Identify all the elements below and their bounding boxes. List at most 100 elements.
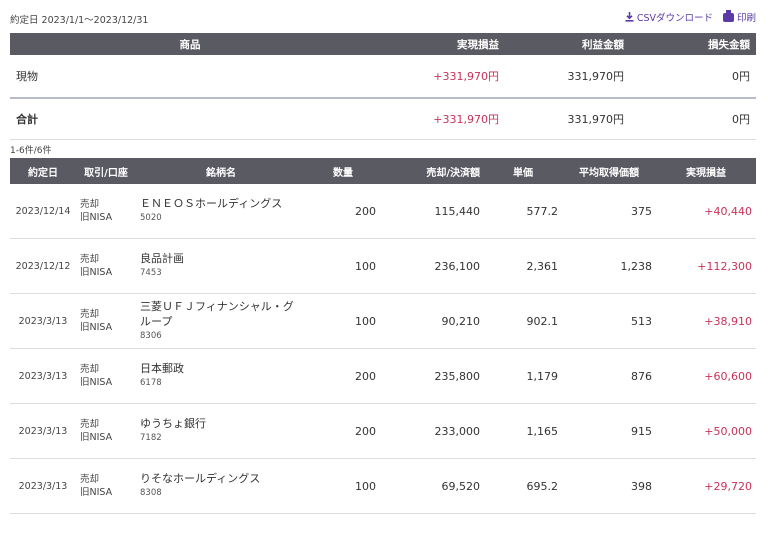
- detail-header-amount: 売却/決済額: [380, 158, 484, 184]
- table-row: 2023/3/13 売却 旧NISA りそなホールディングス 8308 100 69…: [10, 458, 756, 514]
- row-kind: 売却旧NISA: [76, 238, 136, 294]
- detail-header-row: 約定日 取引/口座 銘柄名 数量 売却/決済額 単価 平均取得価額 実現損益: [10, 158, 756, 184]
- row-date: 2023/12/12: [10, 238, 76, 294]
- period-label: 約定日 2023/1/1〜2023/12/31: [10, 15, 149, 26]
- row-stock: りそなホールディングス 8308: [136, 458, 306, 514]
- detail-header-name: 銘柄名: [136, 158, 306, 184]
- actions: CSVダウンロード 印刷: [625, 9, 756, 24]
- row-stock-code: 5020: [140, 213, 162, 223]
- row-date: 2023/12/14: [10, 184, 76, 239]
- row-price: 1,179: [484, 348, 562, 404]
- row-trade-type: 売却: [80, 309, 100, 320]
- summary-row-label: 現物: [10, 55, 370, 99]
- summary-row-profit: 331,970円: [505, 55, 630, 99]
- row-trade-type: 売却: [80, 199, 100, 210]
- csv-download-label: CSVダウンロード: [636, 13, 713, 24]
- download-icon: [625, 12, 634, 22]
- row-amount: 236,100: [380, 238, 484, 294]
- row-qty: 100: [306, 293, 380, 349]
- row-price: 902.1: [484, 293, 562, 349]
- summary-table: 商品 実現損益 利益金額 損失金額 現物 +331,970円 331,970円 …: [10, 33, 756, 140]
- row-price: 2,361: [484, 238, 562, 294]
- table-row: 2023/12/12 売却 旧NISA 良品計画 7453 100 236,100 …: [10, 238, 756, 294]
- summary-row-loss: 0円: [630, 55, 756, 99]
- row-avg: 375: [562, 184, 656, 239]
- row-stock-name: ＥＮＥＯＳホールディングス: [140, 197, 283, 210]
- summary-total-loss: 0円: [630, 97, 756, 140]
- row-stock-code: 8308: [140, 488, 162, 498]
- row-stock-code: 7182: [140, 433, 162, 443]
- summary-header-row: 商品 実現損益 利益金額 損失金額: [10, 33, 756, 55]
- table-row: 2023/3/13 売却旧NISA ゆうちょ銀行 7182 200 233,000…: [10, 403, 756, 459]
- row-account: 旧NISA: [80, 212, 113, 223]
- row-amount: 69,520: [380, 458, 484, 514]
- row-pl: +29,720: [656, 458, 756, 514]
- row-account: 旧NISA: [80, 267, 113, 278]
- row-amount: 90,210: [380, 293, 484, 349]
- row-stock-name: ゆうちょ銀行: [140, 417, 206, 430]
- row-price: 695.2: [484, 458, 562, 514]
- row-trade-type: 売却: [80, 254, 100, 265]
- row-trade-type: 売却: [80, 364, 100, 375]
- row-kind: 売却旧NISA: [76, 348, 136, 404]
- csv-download-link[interactable]: CSVダウンロード: [625, 10, 713, 24]
- row-amount: 233,000: [380, 403, 484, 459]
- summary-header-realized: 実現損益: [370, 33, 505, 55]
- row-qty: 200: [306, 403, 380, 459]
- row-account: 旧NISA: [80, 377, 113, 388]
- table-row: 2023/12/14 売却旧NISA ＥＮＥＯＳホールディングス 5020 200…: [10, 184, 756, 239]
- row-stock-name: りそなホールディングス: [140, 472, 261, 485]
- row-stock-code: 8306: [140, 330, 162, 341]
- row-amount: 235,800: [380, 348, 484, 404]
- row-avg: 915: [562, 403, 656, 459]
- row-kind: 売却旧NISA: [76, 184, 136, 239]
- row-avg: 1,238: [562, 238, 656, 294]
- printer-icon: [722, 9, 734, 22]
- row-date: 2023/3/13: [10, 458, 76, 514]
- summary-total-label: 合計: [10, 97, 370, 140]
- row-date: 2023/3/13: [10, 293, 76, 349]
- row-date: 2023/3/13: [10, 403, 76, 459]
- row-qty: 200: [306, 184, 380, 239]
- row-trade-type: 売却: [80, 474, 100, 485]
- summary-header-product: 商品: [10, 33, 370, 55]
- row-stock: 三菱ＵＦＪフィナンシャル・グループ 8306: [136, 293, 306, 349]
- row-pl: +40,440: [656, 184, 756, 239]
- top-bar: 約定日 2023/1/1〜2023/12/31 CSVダウンロード 印刷: [10, 9, 756, 28]
- row-stock-code: 7453: [140, 268, 162, 278]
- row-trade-type: 売却: [80, 419, 100, 430]
- row-qty: 200: [306, 348, 380, 404]
- row-pl: +112,300: [656, 238, 756, 294]
- detail-header-pl: 実現損益: [656, 158, 756, 184]
- result-count: 1-6件/6件: [10, 146, 52, 156]
- row-qty: 100: [306, 458, 380, 514]
- row-pl: +38,910: [656, 293, 756, 349]
- summary-row-realized: +331,970円: [370, 55, 505, 99]
- row-kind: 売却 旧NISA: [76, 458, 136, 514]
- row-amount: 115,440: [380, 184, 484, 239]
- summary-header-loss: 損失金額: [630, 33, 756, 55]
- detail-header-date: 約定日: [10, 158, 76, 184]
- row-kind: 売却 旧NISA: [76, 293, 136, 349]
- row-avg: 513: [562, 293, 656, 349]
- row-price: 577.2: [484, 184, 562, 239]
- row-stock-name: 日本郵政: [140, 362, 184, 375]
- row-qty: 100: [306, 238, 380, 294]
- row-pl: +50,000: [656, 403, 756, 459]
- row-stock-code: 6178: [140, 378, 162, 388]
- page: 約定日 2023/1/1〜2023/12/31 CSVダウンロード 印刷 商品 …: [0, 0, 768, 537]
- row-stock: 日本郵政 6178: [136, 348, 306, 404]
- row-price: 1,165: [484, 403, 562, 459]
- detail-table: 約定日 取引/口座 銘柄名 数量 売却/決済額 単価 平均取得価額 実現損益 2…: [10, 158, 756, 514]
- summary-row: 現物 +331,970円 331,970円 0円: [10, 55, 756, 99]
- print-link[interactable]: 印刷: [722, 9, 756, 24]
- row-account: 旧NISA: [80, 432, 113, 443]
- summary-header-profit: 利益金額: [505, 33, 630, 55]
- row-date: 2023/3/13: [10, 348, 76, 404]
- detail-header-price: 単価: [484, 158, 562, 184]
- summary-total-row: 合計 +331,970円 331,970円 0円: [10, 97, 756, 140]
- row-avg: 876: [562, 348, 656, 404]
- row-stock: ゆうちょ銀行 7182: [136, 403, 306, 459]
- row-kind: 売却旧NISA: [76, 403, 136, 459]
- row-avg: 398: [562, 458, 656, 514]
